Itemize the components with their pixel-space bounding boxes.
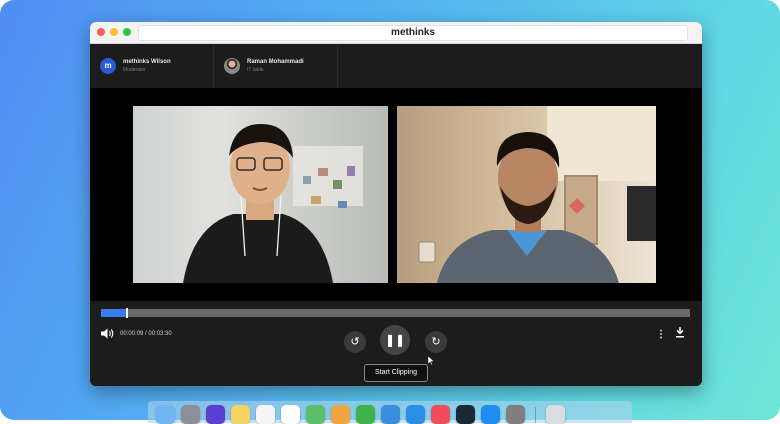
steam-dock-icon[interactable] <box>456 405 475 424</box>
appstore-dock-icon[interactable] <box>481 405 500 424</box>
more-options-button[interactable]: ⋮ <box>656 329 666 340</box>
participant-card-guest[interactable]: Raman Mohammadi IT table <box>214 44 338 88</box>
forward-10-icon: ↻ <box>431 336 441 348</box>
minimize-window-button[interactable] <box>110 28 118 36</box>
player-controls: 00:00:09 / 00:03:30 ↺ ❚❚ ↻ ⋮ Start Clipp… <box>90 301 702 386</box>
seek-bar[interactable] <box>101 308 690 318</box>
music-dock-icon[interactable] <box>431 405 450 424</box>
download-button[interactable] <box>675 327 685 341</box>
macos-dock <box>148 401 632 424</box>
siri-dock-icon[interactable] <box>206 405 225 424</box>
desktop-background: methinks m methinks Wilson Moderator Ram… <box>0 0 780 420</box>
playback-time: 00:00:09 / 00:03:30 <box>120 331 172 337</box>
seek-bar-handle[interactable] <box>126 308 129 318</box>
video-stage <box>90 88 702 301</box>
seek-bar-progress <box>101 309 127 317</box>
participant-role: Moderator <box>123 67 146 73</box>
mouse-cursor-icon <box>427 355 435 366</box>
address-bar[interactable]: methinks <box>138 25 688 41</box>
calendar-dock-icon[interactable] <box>281 405 300 424</box>
download-icon <box>676 327 684 338</box>
photos-dock-icon[interactable] <box>331 405 350 424</box>
reminders-dock-icon[interactable] <box>256 405 275 424</box>
trash-dock-icon[interactable] <box>546 405 565 424</box>
browser-window: methinks m methinks Wilson Moderator Ram… <box>90 22 702 386</box>
start-clipping-tooltip[interactable]: Start Clipping <box>364 364 428 382</box>
keynote-dock-icon[interactable] <box>381 405 400 424</box>
notes-dock-icon[interactable] <box>231 405 250 424</box>
launchpad-dock-icon[interactable] <box>181 405 200 424</box>
forward-10-button[interactable]: ↻ <box>425 331 447 353</box>
guest-video-frame <box>418 106 656 283</box>
finder-dock-icon[interactable] <box>156 405 175 424</box>
maps-dock-icon[interactable] <box>306 405 325 424</box>
safari-dock-icon[interactable] <box>406 405 425 424</box>
close-window-button[interactable] <box>97 28 105 36</box>
participant-role: IT table <box>247 67 264 73</box>
title-bar: methinks <box>90 22 702 44</box>
numbers-dock-icon[interactable] <box>356 405 375 424</box>
rewind-10-icon: ↺ <box>350 336 360 348</box>
participant-bar: m methinks Wilson Moderator Raman Mohamm… <box>90 44 702 89</box>
dock-separator <box>535 407 536 423</box>
more-vertical-icon: ⋮ <box>656 329 666 340</box>
participant-name: Raman Mohammadi <box>247 59 304 65</box>
avatar: m <box>100 58 116 74</box>
video-tile-moderator[interactable] <box>133 106 388 283</box>
zoom-window-button[interactable] <box>123 28 131 36</box>
pause-icon: ❚❚ <box>384 333 406 347</box>
participant-card-moderator[interactable]: m methinks Wilson Moderator <box>90 44 214 88</box>
settings-dock-icon[interactable] <box>506 405 525 424</box>
moderator-video-frame <box>183 124 363 283</box>
rewind-10-button[interactable]: ↺ <box>344 331 366 353</box>
volume-icon[interactable] <box>101 328 114 342</box>
video-tile-guest[interactable] <box>397 106 656 283</box>
window-controls <box>97 28 131 36</box>
participant-name: methinks Wilson <box>123 59 171 65</box>
pause-button[interactable]: ❚❚ <box>380 325 410 355</box>
avatar <box>224 58 240 74</box>
